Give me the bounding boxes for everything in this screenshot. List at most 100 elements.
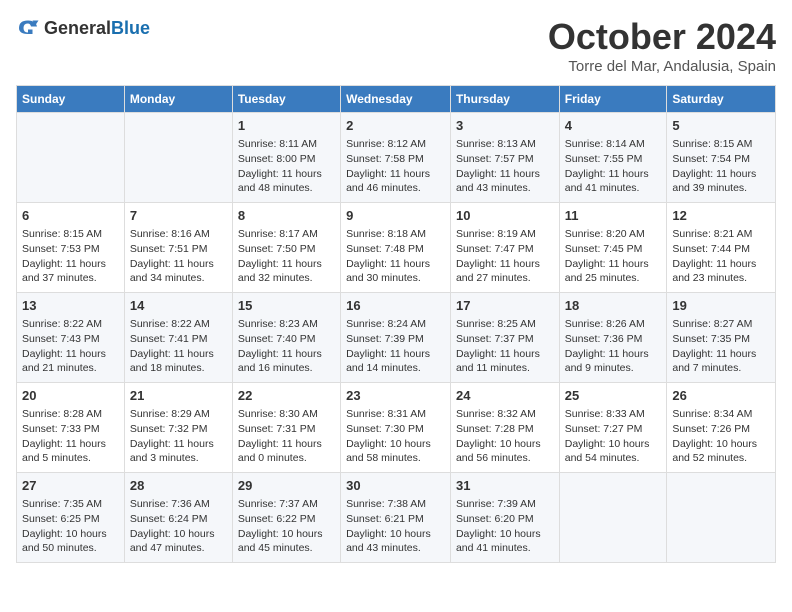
day-number: 30 (346, 477, 445, 495)
logo-icon (16, 16, 40, 40)
day-number: 23 (346, 387, 445, 405)
logo-general: General (44, 18, 111, 38)
day-info: Sunrise: 8:22 AMSunset: 7:43 PMDaylight:… (22, 317, 119, 376)
day-info: Sunrise: 8:27 AMSunset: 7:35 PMDaylight:… (672, 317, 770, 376)
calendar-day-cell: 15Sunrise: 8:23 AMSunset: 7:40 PMDayligh… (232, 293, 340, 383)
day-info: Sunrise: 8:16 AMSunset: 7:51 PMDaylight:… (130, 227, 227, 286)
day-number: 28 (130, 477, 227, 495)
day-number: 9 (346, 207, 445, 225)
calendar-day-cell: 3Sunrise: 8:13 AMSunset: 7:57 PMDaylight… (450, 113, 559, 203)
day-number: 31 (456, 477, 554, 495)
day-number: 10 (456, 207, 554, 225)
day-number: 7 (130, 207, 227, 225)
month-title: October 2024 (548, 16, 776, 58)
calendar-day-cell: 22 Sunrise: 8:30 AMSunset: 7:31 PMDayligh… (232, 383, 340, 473)
weekday-header-tuesday: Tuesday (232, 86, 340, 113)
calendar-day-cell: 2Sunrise: 8:12 AMSunset: 7:58 PMDaylight… (341, 113, 451, 203)
calendar-day-cell: 12 Sunrise: 8:21 AMSunset: 7:44 PMDayligh… (667, 203, 776, 293)
calendar-day-cell: 29Sunrise: 7:37 AMSunset: 6:22 PMDayligh… (232, 473, 340, 563)
day-number: 17 (456, 297, 554, 315)
day-info: Sunrise: 8:20 AMSunset: 7:45 PMDaylight:… (565, 227, 662, 286)
calendar-day-cell: 1 Sunrise: 8:11 AMSunset: 8:00 PMDaylight… (232, 113, 340, 203)
day-info: Sunrise: 8:15 AMSunset: 7:54 PMDaylight:… (672, 137, 770, 196)
day-info: Sunrise: 8:22 AMSunset: 7:41 PMDaylight:… (130, 317, 227, 376)
calendar-day-cell: 21Sunrise: 8:29 AMSunset: 7:32 PMDayligh… (124, 383, 232, 473)
calendar-day-cell (667, 473, 776, 563)
weekday-header-row: SundayMondayTuesdayWednesdayThursdayFrid… (17, 86, 776, 113)
calendar-day-cell: 31Sunrise: 7:39 AMSunset: 6:20 PMDayligh… (450, 473, 559, 563)
calendar-day-cell: 4Sunrise: 8:14 AMSunset: 7:55 PMDaylight… (559, 113, 667, 203)
day-number: 8 (238, 207, 335, 225)
day-number: 26 (672, 387, 770, 405)
calendar-day-cell: 30Sunrise: 7:38 AMSunset: 6:21 PMDayligh… (341, 473, 451, 563)
day-info: Sunrise: 8:13 AMSunset: 7:57 PMDaylight:… (456, 137, 554, 196)
day-info: Sunrise: 8:19 AMSunset: 7:47 PMDaylight:… (456, 227, 554, 286)
calendar-day-cell: 25Sunrise: 8:33 AMSunset: 7:27 PMDayligh… (559, 383, 667, 473)
weekday-header-sunday: Sunday (17, 86, 125, 113)
day-info: Sunrise: 8:28 AMSunset: 7:33 PMDaylight:… (22, 407, 119, 466)
day-info: Sunrise: 8:17 AMSunset: 7:50 PMDaylight:… (238, 227, 335, 286)
weekday-header-monday: Monday (124, 86, 232, 113)
calendar-day-cell: 27 Sunrise: 7:35 AMSunset: 6:25 PMDayligh… (17, 473, 125, 563)
calendar-week-row: 27 Sunrise: 7:35 AMSunset: 6:25 PMDayligh… (17, 473, 776, 563)
day-info: Sunrise: 8:25 AMSunset: 7:37 PMDaylight:… (456, 317, 554, 376)
weekday-header-saturday: Saturday (667, 86, 776, 113)
day-number: 27 (22, 477, 119, 495)
day-info: Sunrise: 8:15 AMSunset: 7:53 PMDaylight:… (22, 227, 119, 286)
day-info: Sunrise: 8:24 AMSunset: 7:39 PMDaylight:… (346, 317, 445, 376)
calendar-day-cell: 28 Sunrise: 7:36 AMSunset: 6:24 PMDayligh… (124, 473, 232, 563)
logo-text: GeneralBlue (44, 18, 150, 39)
day-number: 11 (565, 207, 662, 225)
location-title: Torre del Mar, Andalusia, Spain (548, 58, 776, 75)
day-info: Sunrise: 8:18 AMSunset: 7:48 PMDaylight:… (346, 227, 445, 286)
logo: GeneralBlue (16, 16, 150, 40)
day-number: 22 (238, 387, 335, 405)
calendar-week-row: 6Sunrise: 8:15 AMSunset: 7:53 PMDaylight… (17, 203, 776, 293)
calendar-day-cell (124, 113, 232, 203)
day-info: Sunrise: 7:35 AMSunset: 6:25 PMDaylight:… (22, 497, 119, 556)
calendar-day-cell: 5 Sunrise: 8:15 AMSunset: 7:54 PMDaylight… (667, 113, 776, 203)
day-info: Sunrise: 8:11 AMSunset: 8:00 PMDaylight:… (238, 137, 335, 196)
day-info: Sunrise: 8:34 AMSunset: 7:26 PMDaylight:… (672, 407, 770, 466)
calendar-day-cell: 16 Sunrise: 8:24 AMSunset: 7:39 PMDayligh… (341, 293, 451, 383)
day-number: 12 (672, 207, 770, 225)
calendar-day-cell: 7 Sunrise: 8:16 AMSunset: 7:51 PMDaylight… (124, 203, 232, 293)
calendar-day-cell: 13 Sunrise: 8:22 AMSunset: 7:43 PMDayligh… (17, 293, 125, 383)
day-number: 5 (672, 117, 770, 135)
day-number: 19 (672, 297, 770, 315)
calendar-day-cell: 26 Sunrise: 8:34 AMSunset: 7:26 PMDayligh… (667, 383, 776, 473)
calendar-day-cell: 23 Sunrise: 8:31 AMSunset: 7:30 PMDayligh… (341, 383, 451, 473)
weekday-header-thursday: Thursday (450, 86, 559, 113)
calendar-day-cell (559, 473, 667, 563)
day-number: 29 (238, 477, 335, 495)
day-info: Sunrise: 8:12 AMSunset: 7:58 PMDaylight:… (346, 137, 445, 196)
day-info: Sunrise: 7:36 AMSunset: 6:24 PMDaylight:… (130, 497, 227, 556)
calendar-day-cell: 14 Sunrise: 8:22 AMSunset: 7:41 PMDayligh… (124, 293, 232, 383)
weekday-header-wednesday: Wednesday (341, 86, 451, 113)
day-info: Sunrise: 8:21 AMSunset: 7:44 PMDaylight:… (672, 227, 770, 286)
calendar-day-cell: 24Sunrise: 8:32 AMSunset: 7:28 PMDayligh… (450, 383, 559, 473)
day-number: 20 (22, 387, 119, 405)
calendar-day-cell: 18Sunrise: 8:26 AMSunset: 7:36 PMDayligh… (559, 293, 667, 383)
day-number: 16 (346, 297, 445, 315)
logo-blue: Blue (111, 18, 150, 38)
calendar-table: SundayMondayTuesdayWednesdayThursdayFrid… (16, 85, 776, 563)
day-number: 4 (565, 117, 662, 135)
day-info: Sunrise: 8:31 AMSunset: 7:30 PMDaylight:… (346, 407, 445, 466)
day-info: Sunrise: 8:30 AMSunset: 7:31 PMDaylight:… (238, 407, 335, 466)
day-number: 13 (22, 297, 119, 315)
weekday-header-friday: Friday (559, 86, 667, 113)
day-number: 15 (238, 297, 335, 315)
day-number: 1 (238, 117, 335, 135)
calendar-day-cell: 19 Sunrise: 8:27 AMSunset: 7:35 PMDayligh… (667, 293, 776, 383)
day-info: Sunrise: 8:29 AMSunset: 7:32 PMDaylight:… (130, 407, 227, 466)
calendar-day-cell: 9 Sunrise: 8:18 AMSunset: 7:48 PMDaylight… (341, 203, 451, 293)
page-header: GeneralBlue October 2024 Torre del Mar, … (16, 16, 776, 75)
calendar-day-cell (17, 113, 125, 203)
day-number: 14 (130, 297, 227, 315)
calendar-day-cell: 10 Sunrise: 8:19 AMSunset: 7:47 PMDayligh… (450, 203, 559, 293)
day-number: 25 (565, 387, 662, 405)
calendar-day-cell: 11 Sunrise: 8:20 AMSunset: 7:45 PMDayligh… (559, 203, 667, 293)
calendar-day-cell: 6Sunrise: 8:15 AMSunset: 7:53 PMDaylight… (17, 203, 125, 293)
title-area: October 2024 Torre del Mar, Andalusia, S… (548, 16, 776, 75)
